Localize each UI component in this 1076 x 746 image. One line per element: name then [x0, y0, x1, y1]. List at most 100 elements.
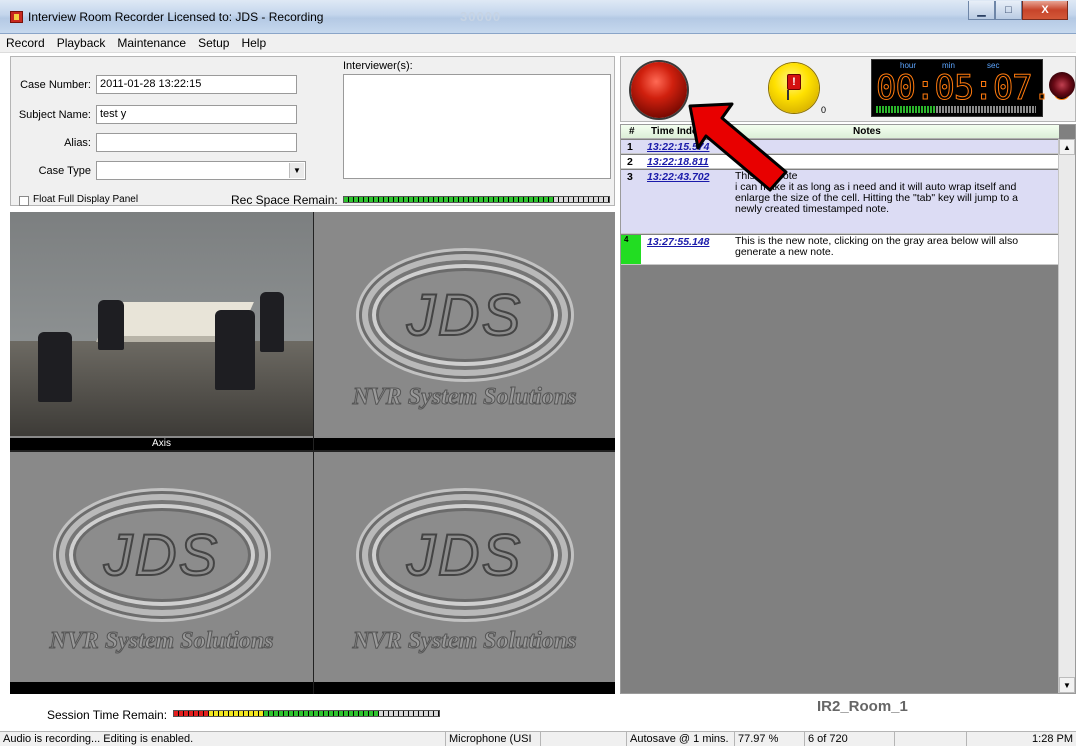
subject-name-label: Subject Name: [18, 109, 91, 121]
notes-scrollbar[interactable]: ▲ ▼ [1058, 139, 1075, 693]
meter-segment [439, 197, 443, 202]
meter-segment [514, 197, 518, 202]
meter-segment [269, 711, 273, 716]
note-row[interactable]: 4 13:27:55.148 This is the new note, cli… [621, 235, 1059, 265]
meter-segment [304, 711, 308, 716]
meter-segment [484, 197, 488, 202]
status-blank [895, 732, 967, 746]
meter-segment [544, 197, 548, 202]
meter-segment [584, 197, 588, 202]
menu-record[interactable]: Record [0, 34, 51, 52]
meter-segment [409, 197, 413, 202]
camera-view-2[interactable]: JDS NVR System Solutions [314, 212, 615, 450]
room-chair [38, 332, 72, 402]
meter-segment [579, 197, 583, 202]
meter-segment [379, 197, 383, 202]
room-chair [260, 292, 284, 352]
meter-segment [349, 711, 353, 716]
meter-segment [214, 711, 218, 716]
session-time-label: Session Time Remain: [47, 708, 168, 722]
meter-segment [179, 711, 183, 716]
camera-view-1[interactable]: Axis [10, 212, 313, 450]
meter-segment [189, 711, 193, 716]
minimize-button[interactable]: ▁ [968, 1, 995, 20]
maximize-button[interactable]: □ [995, 1, 1022, 20]
meter-segment [399, 197, 403, 202]
meter-segment [204, 711, 208, 716]
meter-segment [344, 711, 348, 716]
meter-segment [404, 197, 408, 202]
meter-segment [219, 711, 223, 716]
meter-segment [549, 197, 553, 202]
interviewers-list[interactable] [343, 74, 611, 179]
camera-label-bar [10, 682, 313, 694]
meter-segment [314, 711, 318, 716]
flag-count: 0 [821, 105, 827, 115]
alias-label: Alias: [64, 137, 91, 149]
menu-playback[interactable]: Playback [51, 34, 112, 52]
session-time-meter [173, 710, 440, 717]
meter-segment [444, 197, 448, 202]
meter-segment [374, 711, 378, 716]
chevron-down-icon[interactable]: ▼ [289, 163, 304, 178]
note-timestamp[interactable]: 13:27:55.148 [647, 236, 709, 248]
meter-segment [369, 711, 373, 716]
menu-setup[interactable]: Setup [192, 34, 235, 52]
meter-segment [384, 711, 388, 716]
close-button[interactable]: X [1022, 1, 1068, 20]
record-button[interactable] [631, 62, 687, 118]
meter-segment [434, 711, 438, 716]
meter-segment [474, 197, 478, 202]
case-type-label: Case Type [38, 165, 91, 177]
meter-segment [529, 197, 533, 202]
meter-segment [334, 711, 338, 716]
window-controls: ▁ □ X [968, 1, 1068, 20]
meter-segment [429, 197, 433, 202]
meter-segment [184, 711, 188, 716]
alias-input[interactable] [96, 133, 297, 152]
logo-tagline: NVR System Solutions [352, 628, 577, 655]
meter-segment [389, 197, 393, 202]
subject-name-input[interactable]: test y [96, 105, 297, 124]
camera-view-4[interactable]: JDS NVR System Solutions [314, 452, 615, 694]
meter-segment [564, 197, 568, 202]
meter-segment [429, 711, 433, 716]
status-count: 6 of 720 [805, 732, 895, 746]
meter-segment [234, 711, 238, 716]
scroll-up-icon[interactable]: ▲ [1059, 139, 1075, 155]
app-icon [10, 11, 23, 23]
meter-segment [414, 197, 418, 202]
case-type-select[interactable]: ▼ [96, 161, 306, 180]
video-grid: Axis JDS NVR System Solutions JDS NVR Sy… [10, 212, 615, 694]
meter-segment [569, 197, 573, 202]
meter-segment [394, 197, 398, 202]
meter-segment [249, 711, 253, 716]
meter-segment [394, 711, 398, 716]
room-chair [98, 300, 124, 350]
title-ghost-text: 30000 [460, 9, 502, 24]
menu-help[interactable]: Help [235, 34, 272, 52]
note-text[interactable]: This is the new note, clicking on the gr… [735, 236, 1045, 258]
meter-segment [599, 197, 603, 202]
notes-col-notes: Notes [853, 126, 881, 137]
meter-segment [379, 711, 383, 716]
logo-text: JDS [103, 522, 220, 589]
status-microphone: Microphone (USI [446, 732, 541, 746]
meter-segment [354, 197, 358, 202]
float-panel-label: Float Full Display Panel [33, 194, 139, 205]
meter-segment [279, 711, 283, 716]
meter-segment [324, 711, 328, 716]
meter-segment [194, 711, 198, 716]
note-number: 2 [627, 156, 633, 168]
logo-text: JDS [406, 282, 523, 349]
title-bar: Interview Room Recorder Licensed to: JDS… [0, 0, 1076, 34]
float-panel-checkbox[interactable] [19, 196, 29, 206]
menu-maintenance[interactable]: Maintenance [111, 34, 192, 52]
meter-segment [389, 711, 393, 716]
scroll-down-icon[interactable]: ▼ [1059, 677, 1075, 693]
notes-col-num: # [629, 126, 635, 137]
case-number-input[interactable]: 2011-01-28 13:22:15 [96, 75, 297, 94]
camera-view-3[interactable]: JDS NVR System Solutions [10, 452, 313, 694]
meter-segment [404, 711, 408, 716]
meter-segment [419, 711, 423, 716]
